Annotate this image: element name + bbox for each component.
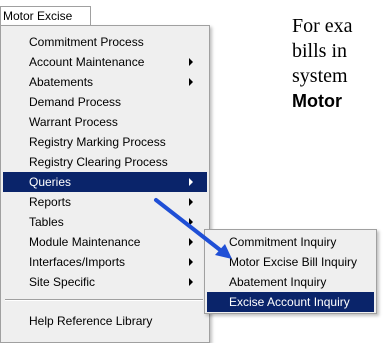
annotation-arrow-icon [154, 198, 232, 259]
